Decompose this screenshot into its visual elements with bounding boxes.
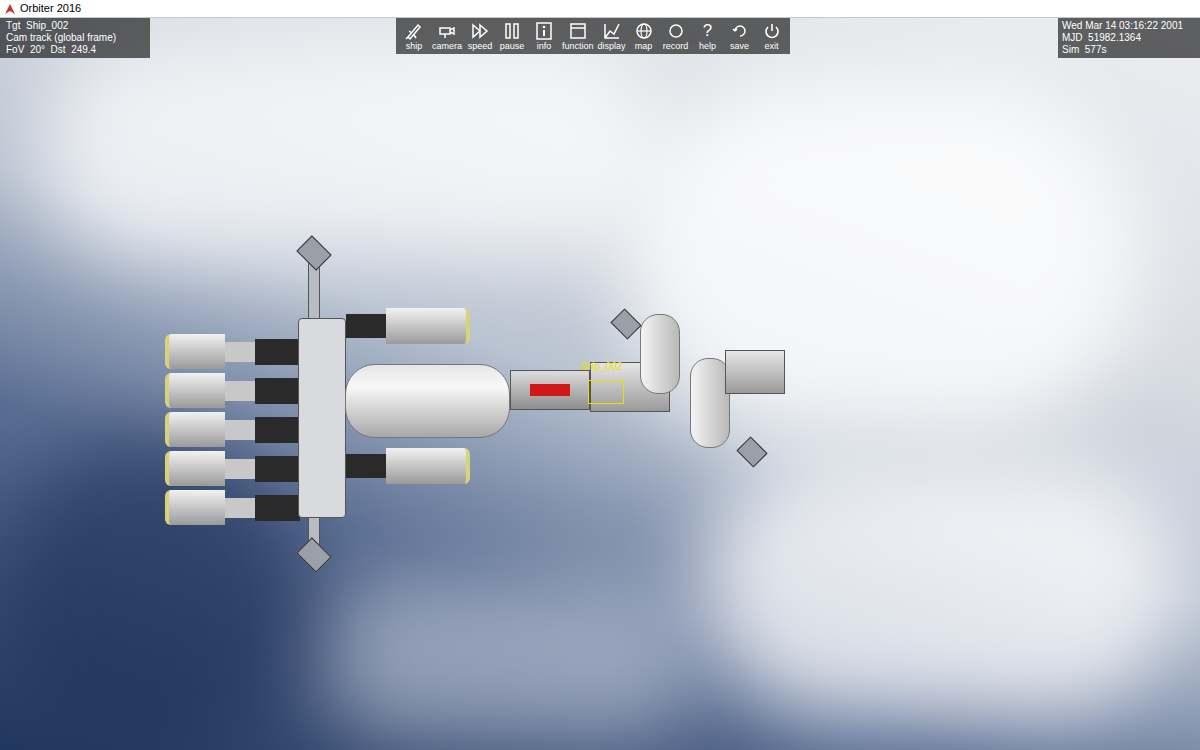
clock-line: Sim 577s [1062,44,1196,56]
target-marker [588,380,624,404]
record-button[interactable]: record [660,18,692,54]
pause-button[interactable]: pause [496,18,528,54]
toolbar-label: record [663,41,689,52]
window-title: Orbiter 2016 [20,0,81,17]
main-toolbar: ship camera speed pause info function display m… [396,18,790,54]
toolbar-label: map [635,41,653,52]
hud-line: FoV 20° Dst 249.4 [6,44,144,56]
toolbar-label: speed [468,41,493,52]
cloud [700,458,1180,718]
camera-button[interactable]: camera [430,18,464,54]
toolbar-label: save [730,41,749,52]
exit-button[interactable]: exit [756,18,788,54]
engine [346,308,470,344]
save-icon [730,21,750,41]
toolbar-label: function [562,41,594,52]
hub [298,318,346,518]
antenna [736,436,767,467]
function-button[interactable]: function [560,18,596,54]
help-button[interactable]: ?help [692,18,724,54]
camera-icon [437,21,457,41]
toolbar-label: ship [406,41,423,52]
camera-info-panel: Tgt Ship_002Cam track (global frame)FoV … [0,18,150,58]
time-info-panel: Wed Mar 14 03:16:22 2001MJD 51982.1364Si… [1058,18,1200,58]
ship-button[interactable]: ship [398,18,430,54]
module [510,370,590,410]
tank [690,358,730,448]
scene-view[interactable]: Ship_002 Tgt Ship_002Cam track (global f… [0,18,1200,750]
toolbar-label: display [598,41,626,52]
antenna [296,537,331,572]
app-window: Orbiter 2016 [0,0,1200,750]
record-icon [666,21,686,41]
map-button[interactable]: map [628,18,660,54]
toolbar-label: pause [500,41,525,52]
target-label: Ship_002 [580,361,622,373]
ship-icon [404,21,424,41]
engine-cluster [165,334,300,524]
info-button[interactable]: info [528,18,560,54]
exit-icon [762,21,782,41]
toolbar-label: exit [765,41,779,52]
tank [640,314,680,394]
hud-line: Tgt Ship_002 [6,20,144,32]
module [725,350,785,394]
info-icon [534,21,554,41]
pause-icon [502,21,522,41]
fuel-tank[interactable] [345,364,510,438]
clock-line: Wed Mar 14 03:16:22 2001 [1062,20,1196,32]
speed-button[interactable]: speed [464,18,496,54]
toolbar-label: info [537,41,552,52]
display-button[interactable]: display [596,18,628,54]
save-button[interactable]: save [724,18,756,54]
orbiter-logo-icon [4,3,16,15]
speed-icon [470,21,490,41]
toolbar-label: camera [432,41,462,52]
map-icon [634,21,654,41]
clock-line: MJD 51982.1364 [1062,32,1196,44]
toolbar-label: help [699,41,716,52]
function-icon [568,21,588,41]
ocean [0,438,300,750]
engine [346,448,470,484]
cloud [320,578,700,738]
title-bar: Orbiter 2016 [0,0,1200,18]
display-icon [602,21,622,41]
cloud [40,38,660,258]
hud-line: Cam track (global frame) [6,32,144,44]
help-icon: ? [698,21,718,41]
